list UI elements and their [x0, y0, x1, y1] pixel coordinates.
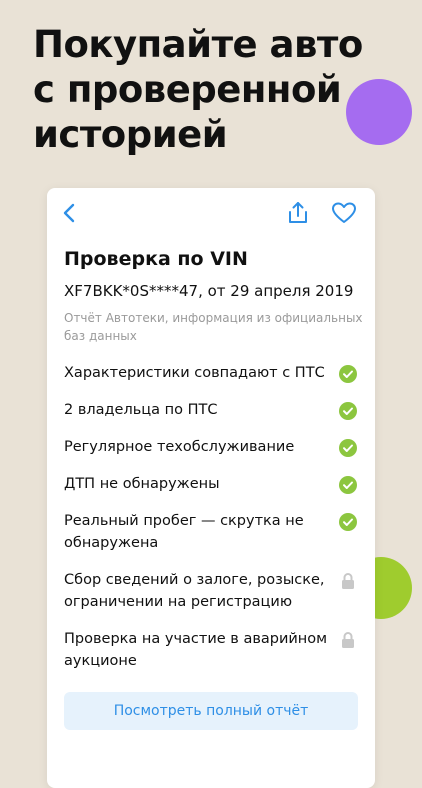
check-item: 2 владельца по ПТС: [64, 399, 364, 421]
headline-line-2: с проверенной: [33, 68, 342, 111]
headline-line-1: Покупайте авто: [33, 23, 363, 66]
check-item-label: Регулярное техобслуживание: [64, 439, 295, 455]
check-circle-icon: [339, 476, 357, 494]
check-circle-icon: [339, 365, 357, 383]
check-item: Характеристики совпадают с ПТС: [64, 362, 364, 384]
check-circle-icon: [339, 402, 357, 420]
lock-icon: [339, 631, 357, 649]
share-icon[interactable]: [285, 200, 311, 226]
card-toolbar: [47, 188, 375, 236]
check-item: Сбор сведений о залоге, розыске, огранич…: [64, 569, 364, 613]
vin-line: XF7BKK*0S****47, от 29 апреля 2019: [64, 282, 354, 300]
chevron-left-icon[interactable]: [57, 200, 83, 226]
check-item: ДТП не обнаружены: [64, 473, 364, 495]
decorative-purple-circle: [346, 79, 412, 145]
report-source: Отчёт Автотеки, информация из официальны…: [64, 311, 363, 343]
check-item-label: ДТП не обнаружены: [64, 476, 220, 492]
check-item-label: Характеристики совпадают с ПТС: [64, 365, 325, 381]
card-title: Проверка по VIN: [64, 248, 248, 270]
check-circle-icon: [339, 513, 357, 531]
headline-line-3: историей: [33, 113, 228, 156]
heart-icon[interactable]: [331, 200, 357, 226]
check-circle-icon: [339, 439, 357, 457]
check-item-label: 2 владельца по ПТС: [64, 402, 218, 418]
check-item: Реальный пробег — скрутка не обнаружена: [64, 510, 364, 554]
check-item-label: Проверка на участие в аварийном аукционе: [64, 631, 328, 669]
vin-report-card: Проверка по VIN XF7BKK*0S****47, от 29 а…: [47, 188, 375, 788]
check-item-label: Реальный пробег — скрутка не обнаружена: [64, 513, 304, 551]
view-full-report-button[interactable]: Посмотреть полный отчёт: [64, 692, 358, 730]
check-item: Регулярное техобслуживание: [64, 436, 364, 458]
promo-headline: Покупайте авто с проверенной историей: [33, 22, 363, 157]
lock-icon: [339, 572, 357, 590]
check-item: Проверка на участие в аварийном аукционе: [64, 628, 364, 672]
check-item-label: Сбор сведений о залоге, розыске, огранич…: [64, 572, 325, 610]
